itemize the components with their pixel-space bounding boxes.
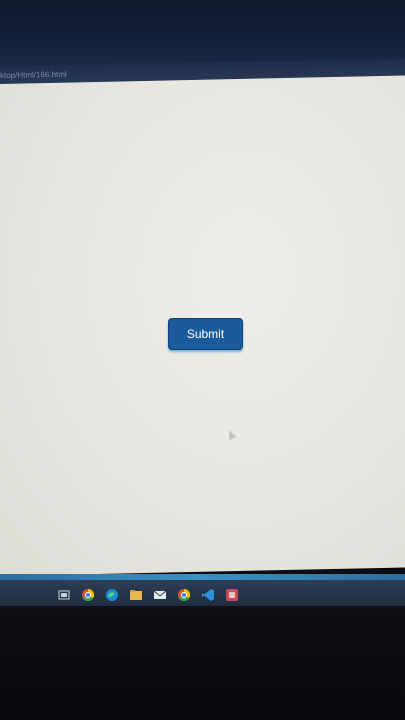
chrome-icon[interactable]	[80, 587, 96, 603]
monitor-bezel-bottom	[0, 606, 405, 720]
address-bar-url: ktop/Html/166.html	[0, 69, 67, 80]
vscode-icon[interactable]	[200, 587, 216, 603]
submit-button[interactable]: Submit	[168, 318, 243, 350]
taskbar-icons	[56, 586, 240, 604]
mail-icon[interactable]	[152, 587, 168, 603]
file-explorer-icon[interactable]	[128, 587, 144, 603]
edge-icon[interactable]	[104, 587, 120, 603]
chrome-icon[interactable]	[176, 587, 192, 603]
taskview-icon[interactable]	[56, 587, 72, 603]
app-icon[interactable]	[224, 587, 240, 603]
